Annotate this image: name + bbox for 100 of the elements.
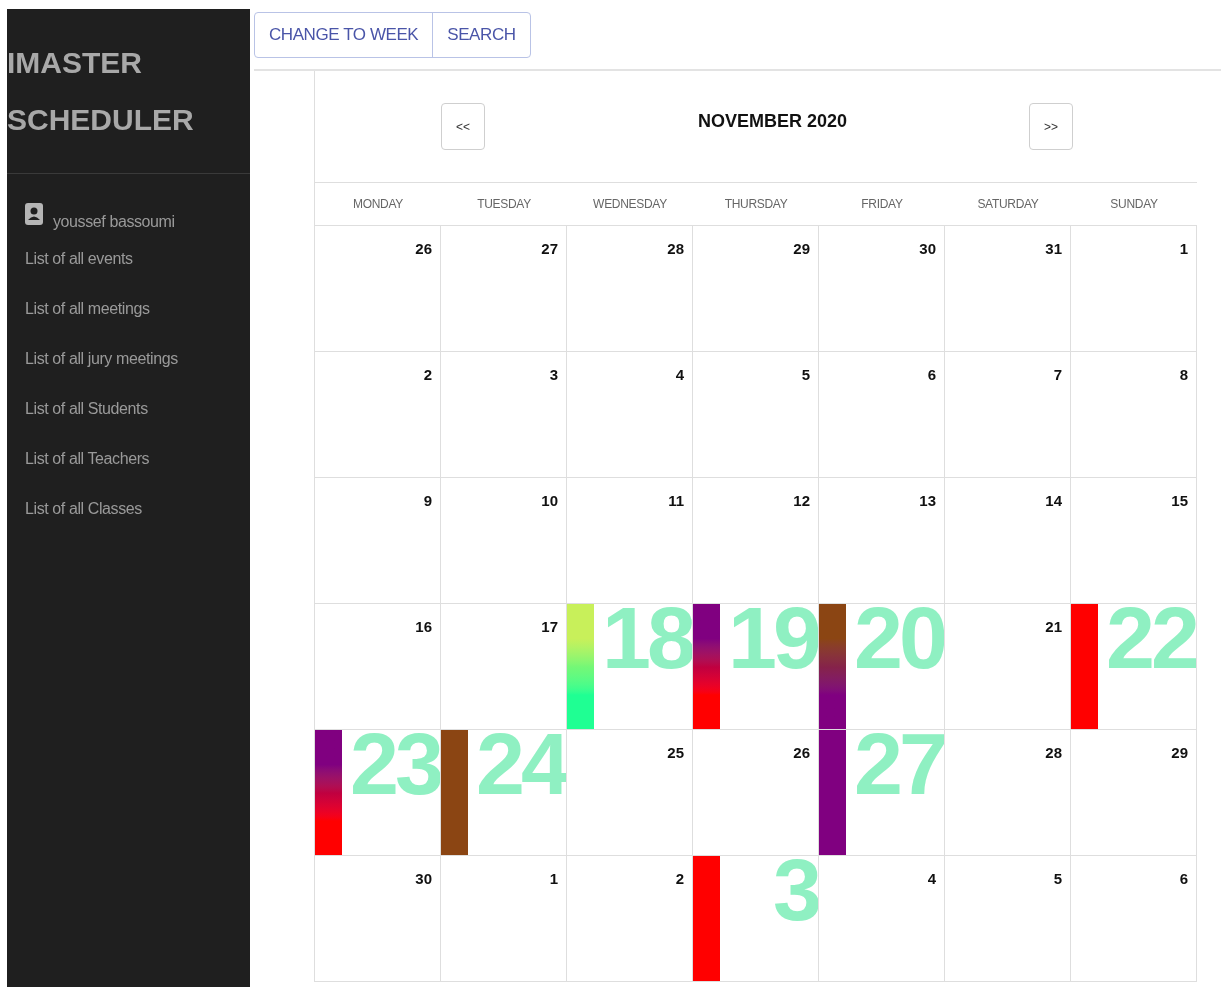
day-number: 20 (854, 604, 944, 682)
day-number: 5 (1053, 869, 1062, 889)
weekday-header: WEDNESDAY (593, 196, 667, 213)
day-number: 2 (423, 365, 432, 385)
day-number: 21 (1045, 617, 1062, 637)
weekday-header: FRIDAY (861, 196, 903, 213)
day-cell[interactable]: 30 (315, 856, 441, 982)
day-number: 8 (1179, 365, 1188, 385)
day-number: 7 (1053, 365, 1062, 385)
event-bar-segment[interactable] (693, 604, 720, 667)
toolbar-button[interactable]: CHANGE TO WEEK (255, 13, 433, 57)
weekday-header: SATURDAY (977, 196, 1039, 213)
day-cell[interactable]: 1 (1071, 226, 1197, 352)
day-cell[interactable]: 4 (819, 856, 945, 982)
day-cell[interactable]: 9 (315, 478, 441, 604)
event-bar[interactable] (1071, 604, 1098, 729)
day-number: 19 (728, 604, 818, 682)
day-cell[interactable]: 10 (441, 478, 567, 604)
event-bar-segment[interactable] (315, 730, 342, 793)
day-cell[interactable]: 7 (945, 352, 1071, 478)
day-number: 4 (675, 365, 684, 385)
day-cell[interactable]: 4 (567, 352, 693, 478)
day-cell[interactable]: 5 (945, 856, 1071, 982)
day-number: 13 (919, 491, 936, 511)
event-bar-segment[interactable] (819, 666, 846, 729)
day-cell[interactable]: 30 (819, 226, 945, 352)
day-cell[interactable]: 27 (441, 226, 567, 352)
previous-month-button[interactable]: << (441, 103, 485, 150)
event-bar-segment[interactable] (693, 666, 720, 729)
day-cell[interactable]: 28 (567, 226, 693, 352)
day-cell[interactable]: 12 (693, 478, 819, 604)
sidebar-link[interactable]: List of all Teachers (25, 434, 150, 484)
day-number: 27 (854, 730, 944, 808)
day-cell[interactable]: 1 (441, 856, 567, 982)
day-number: 4 (927, 869, 936, 889)
day-cell[interactable]: 2 (315, 352, 441, 478)
event-bar[interactable] (819, 730, 846, 855)
sidebar-link[interactable]: List of all meetings (25, 284, 150, 334)
weekday-header: SUNDAY (1110, 196, 1158, 213)
weekday-header: MONDAY (353, 196, 403, 213)
day-number: 26 (793, 743, 810, 763)
day-number: 2 (675, 869, 684, 889)
weekday-header: TUESDAY (477, 196, 531, 213)
day-cell[interactable]: 29 (1071, 730, 1197, 856)
event-bar[interactable] (441, 730, 468, 855)
day-number: 1 (549, 869, 558, 889)
sidebar-link[interactable]: List of all Students (25, 384, 148, 434)
toolbar-button[interactable]: SEARCH (432, 13, 530, 57)
day-number: 24 (476, 730, 566, 808)
day-cell[interactable]: 8 (1071, 352, 1197, 478)
day-number: 28 (1045, 743, 1062, 763)
day-cell[interactable]: 11 (567, 478, 693, 604)
day-cell[interactable]: 26 (315, 226, 441, 352)
day-number: 18 (602, 604, 692, 682)
day-number: 10 (541, 491, 558, 511)
day-number: 30 (415, 869, 432, 889)
event-bar-segment[interactable] (567, 604, 594, 667)
day-cell[interactable]: 15 (1071, 478, 1197, 604)
day-number: 28 (667, 239, 684, 259)
day-cell[interactable]: 31 (945, 226, 1071, 352)
day-cell[interactable]: 25 (567, 730, 693, 856)
day-number: 16 (415, 617, 432, 637)
user-name: youssef bassoumi (53, 212, 175, 232)
day-cell[interactable]: 6 (819, 352, 945, 478)
day-number: 27 (541, 239, 558, 259)
next-month-button[interactable]: >> (1029, 103, 1073, 150)
day-cell[interactable]: 6 (1071, 856, 1197, 982)
month-title: NOVEMBER 2020 (698, 110, 848, 133)
day-number: 22 (1106, 604, 1196, 682)
day-number: 11 (668, 491, 684, 511)
day-number: 9 (423, 491, 432, 511)
event-bar-segment[interactable] (819, 604, 846, 667)
day-number: 3 (549, 365, 558, 385)
day-number: 29 (793, 239, 810, 259)
day-number: 29 (1171, 743, 1188, 763)
day-number: 30 (919, 239, 936, 259)
app-title: IMASTER SCHEDULER (7, 45, 195, 138)
day-number: 23 (350, 730, 440, 808)
event-bar[interactable] (693, 856, 720, 981)
day-cell[interactable]: 5 (693, 352, 819, 478)
day-number: 25 (667, 743, 684, 763)
day-cell[interactable]: 3 (441, 352, 567, 478)
day-cell[interactable]: 14 (945, 478, 1071, 604)
day-number: 1 (1179, 239, 1188, 259)
day-number: 14 (1045, 491, 1062, 511)
contact-icon (25, 203, 43, 225)
day-cell[interactable]: 29 (693, 226, 819, 352)
day-cell[interactable]: 13 (819, 478, 945, 604)
sidebar-link[interactable]: List of all jury meetings (25, 334, 178, 384)
day-number: 3 (773, 856, 818, 934)
sidebar-link[interactable]: List of all Classes (25, 484, 142, 534)
event-bar-segment[interactable] (567, 666, 594, 729)
day-cell[interactable]: 16 (315, 604, 441, 730)
day-number: 12 (793, 491, 810, 511)
day-cell[interactable]: 28 (945, 730, 1071, 856)
sidebar-link[interactable]: List of all events (25, 234, 133, 284)
weekday-header: THURSDAY (724, 196, 788, 213)
event-bar-segment[interactable] (315, 792, 342, 855)
day-number: 15 (1171, 491, 1188, 511)
day-number: 31 (1045, 239, 1062, 259)
